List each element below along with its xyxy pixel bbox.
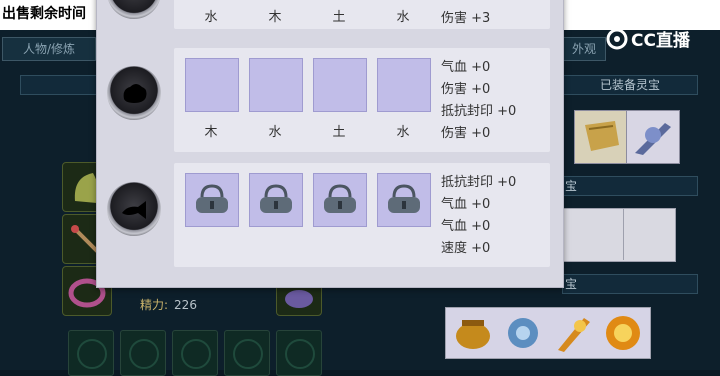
- orb-icon-3: [107, 182, 161, 236]
- element-label: 木: [268, 10, 282, 25]
- treasure-item-sword[interactable]: [626, 110, 680, 164]
- beast-silhouette-icon: [123, 84, 147, 103]
- cauldron-icon[interactable]: [450, 310, 496, 356]
- stat-line: 抵抗封印 +0: [441, 175, 517, 190]
- inventory-slot-5[interactable]: [276, 330, 322, 376]
- orb-icon-1: [107, 0, 161, 19]
- flame-sword-icon[interactable]: [550, 310, 596, 356]
- element-label: 水: [268, 125, 282, 140]
- inventory-slot-1[interactable]: [68, 330, 114, 376]
- tab-appearance[interactable]: 外观: [562, 37, 606, 61]
- rune-slot[interactable]: [185, 58, 239, 112]
- stat-line: 伤害 +3: [441, 11, 491, 26]
- watermark-text: CC直播: [631, 31, 690, 51]
- lock-icon: [196, 184, 228, 213]
- lock-icon: [260, 184, 292, 213]
- stat-line: 气血 +0: [441, 219, 491, 234]
- stat-line: 速度 +0: [441, 241, 491, 256]
- stat-line: 伤害 +0: [441, 126, 491, 141]
- inventory-slot-3[interactable]: [172, 330, 218, 376]
- element-label: 水: [396, 10, 410, 25]
- treasure-inventory-row: [445, 307, 651, 359]
- inventory-slot-4[interactable]: [224, 330, 270, 376]
- stat-line: 气血 +0: [441, 60, 491, 75]
- sale-time-label: 出售剩余时间: [2, 6, 86, 22]
- element-label: 水: [204, 10, 218, 25]
- treasure-item-scroll[interactable]: [574, 110, 628, 164]
- rune-slot[interactable]: [249, 58, 303, 112]
- cc-logo-icon: [606, 28, 628, 50]
- stat-line: 抵抗封印 +0: [441, 104, 517, 119]
- stat-line: 气血 +0: [441, 197, 491, 212]
- header-bar-left: [20, 75, 98, 95]
- rune-slot[interactable]: [313, 58, 367, 112]
- orb-icon-2: [107, 66, 161, 120]
- locked-rune-slot[interactable]: [313, 173, 367, 227]
- element-label: 水: [396, 125, 410, 140]
- sun-orb-icon[interactable]: [600, 310, 646, 356]
- energy-value: 226: [174, 298, 197, 312]
- equipped-treasure-header: 已装备灵宝: [562, 75, 698, 95]
- fish-silhouette-icon: [122, 201, 146, 219]
- lock-icon: [388, 184, 420, 213]
- treasure-header-3: 宝: [562, 274, 698, 294]
- locked-rune-slot[interactable]: [185, 173, 239, 227]
- element-label: 土: [332, 125, 346, 140]
- scroll-icon: [585, 121, 619, 151]
- element-label: 土: [332, 10, 346, 25]
- treasure-slot-group[interactable]: [562, 208, 676, 262]
- slot-divider: [623, 208, 624, 260]
- lock-icon: [324, 184, 356, 213]
- treasure-header-2: 宝: [562, 176, 698, 196]
- element-label: 木: [204, 125, 218, 140]
- sword-icon: [635, 123, 671, 155]
- lantern-icon[interactable]: [500, 310, 546, 356]
- rune-slot[interactable]: [377, 58, 431, 112]
- locked-rune-slot[interactable]: [249, 173, 303, 227]
- inventory-slot-2[interactable]: [120, 330, 166, 376]
- treasure-tooltip-popup: 水 木 土 水 伤害 +3 木 水 土 水 气血 +0 伤害 +0 抵抗封印 +…: [96, 0, 564, 288]
- energy-label: 精力:: [140, 298, 169, 312]
- energy-stat: 精力: 226: [140, 296, 197, 313]
- stat-line: 伤害 +0: [441, 82, 491, 97]
- cc-live-watermark: CC直播: [606, 26, 690, 51]
- tab-character[interactable]: 人物/修炼: [2, 37, 96, 61]
- locked-rune-slot[interactable]: [377, 173, 431, 227]
